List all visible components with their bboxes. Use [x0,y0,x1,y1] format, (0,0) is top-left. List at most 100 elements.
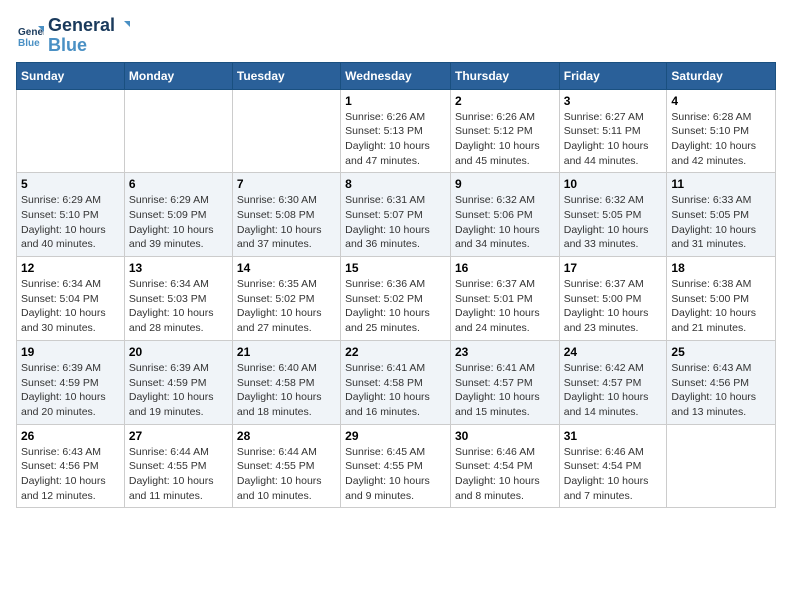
day-info: Sunrise: 6:26 AMSunset: 5:13 PMDaylight:… [345,110,446,169]
day-cell [17,89,125,173]
day-info: Sunrise: 6:35 AMSunset: 5:02 PMDaylight:… [237,277,336,336]
day-number: 15 [345,261,446,275]
day-cell [667,424,776,508]
day-cell [232,89,340,173]
logo: General Blue General Blue [16,16,130,56]
svg-text:Blue: Blue [18,38,40,49]
day-cell: 28 Sunrise: 6:44 AMSunset: 4:55 PMDayligh… [232,424,340,508]
day-cell: 6 Sunrise: 6:29 AMSunset: 5:09 PMDaylight… [124,173,232,257]
day-info: Sunrise: 6:29 AMSunset: 5:09 PMDaylight:… [129,193,228,252]
day-info: Sunrise: 6:41 AMSunset: 4:57 PMDaylight:… [455,361,555,420]
day-cell: 11 Sunrise: 6:33 AMSunset: 5:05 PMDayligh… [667,173,776,257]
day-number: 13 [129,261,228,275]
day-cell: 20 Sunrise: 6:39 AMSunset: 4:59 PMDayligh… [124,340,232,424]
day-number: 23 [455,345,555,359]
day-number: 19 [21,345,120,359]
day-cell: 12 Sunrise: 6:34 AMSunset: 5:04 PMDayligh… [17,257,125,341]
day-number: 14 [237,261,336,275]
day-cell: 17 Sunrise: 6:37 AMSunset: 5:00 PMDayligh… [559,257,667,341]
day-info: Sunrise: 6:43 AMSunset: 4:56 PMDaylight:… [671,361,771,420]
day-info: Sunrise: 6:34 AMSunset: 5:03 PMDaylight:… [129,277,228,336]
week-row-4: 19 Sunrise: 6:39 AMSunset: 4:59 PMDayligh… [17,340,776,424]
day-info: Sunrise: 6:32 AMSunset: 5:05 PMDaylight:… [564,193,663,252]
day-number: 8 [345,177,446,191]
day-cell: 14 Sunrise: 6:35 AMSunset: 5:02 PMDayligh… [232,257,340,341]
header-sunday: Sunday [17,62,125,89]
week-row-3: 12 Sunrise: 6:34 AMSunset: 5:04 PMDayligh… [17,257,776,341]
day-number: 25 [671,345,771,359]
day-number: 22 [345,345,446,359]
week-row-5: 26Sunrise: 6:43 AMSunset: 4:56 PMDayligh… [17,424,776,508]
day-cell: 10 Sunrise: 6:32 AMSunset: 5:05 PMDayligh… [559,173,667,257]
day-info: Sunrise: 6:44 AMSunset: 4:55 PMDaylight:… [237,445,336,504]
day-info: Sunrise: 6:40 AMSunset: 4:58 PMDaylight:… [237,361,336,420]
page-header: General Blue General Blue [16,16,776,56]
day-info: Sunrise: 6:29 AMSunset: 5:10 PMDaylight:… [21,193,120,252]
day-info: Sunrise: 6:34 AMSunset: 5:04 PMDaylight:… [21,277,120,336]
day-cell: 25 Sunrise: 6:43 AMSunset: 4:56 PMDayligh… [667,340,776,424]
day-cell: 26Sunrise: 6:43 AMSunset: 4:56 PMDayligh… [17,424,125,508]
day-info: Sunrise: 6:44 AMSunset: 4:55 PMDaylight:… [129,445,228,504]
day-info: Sunrise: 6:46 AMSunset: 4:54 PMDaylight:… [564,445,663,504]
day-number: 3 [564,94,663,108]
day-number: 17 [564,261,663,275]
day-cell: 13 Sunrise: 6:34 AMSunset: 5:03 PMDayligh… [124,257,232,341]
day-info: Sunrise: 6:30 AMSunset: 5:08 PMDaylight:… [237,193,336,252]
header-monday: Monday [124,62,232,89]
logo-text: General Blue [48,16,130,56]
day-cell: 31 Sunrise: 6:46 AMSunset: 4:54 PMDayligh… [559,424,667,508]
day-info: Sunrise: 6:32 AMSunset: 5:06 PMDaylight:… [455,193,555,252]
day-number: 11 [671,177,771,191]
day-cell: 7 Sunrise: 6:30 AMSunset: 5:08 PMDaylight… [232,173,340,257]
day-cell: 22 Sunrise: 6:41 AMSunset: 4:58 PMDayligh… [341,340,451,424]
day-number: 10 [564,177,663,191]
day-info: Sunrise: 6:33 AMSunset: 5:05 PMDaylight:… [671,193,771,252]
day-number: 18 [671,261,771,275]
day-cell: 27Sunrise: 6:44 AMSunset: 4:55 PMDayligh… [124,424,232,508]
header-friday: Friday [559,62,667,89]
day-cell: 21 Sunrise: 6:40 AMSunset: 4:58 PMDayligh… [232,340,340,424]
day-info: Sunrise: 6:43 AMSunset: 4:56 PMDaylight:… [21,445,120,504]
day-cell: 8 Sunrise: 6:31 AMSunset: 5:07 PMDaylight… [341,173,451,257]
svg-text:General: General [18,27,44,38]
day-info: Sunrise: 6:37 AMSunset: 5:00 PMDaylight:… [564,277,663,336]
day-number: 7 [237,177,336,191]
day-info: Sunrise: 6:26 AMSunset: 5:12 PMDaylight:… [455,110,555,169]
day-info: Sunrise: 6:39 AMSunset: 4:59 PMDaylight:… [129,361,228,420]
day-number: 24 [564,345,663,359]
header-tuesday: Tuesday [232,62,340,89]
day-cell: 5 Sunrise: 6:29 AMSunset: 5:10 PMDaylight… [17,173,125,257]
header-saturday: Saturday [667,62,776,89]
week-row-2: 5 Sunrise: 6:29 AMSunset: 5:10 PMDaylight… [17,173,776,257]
header-thursday: Thursday [450,62,559,89]
day-number: 21 [237,345,336,359]
day-number: 12 [21,261,120,275]
day-cell: 23 Sunrise: 6:41 AMSunset: 4:57 PMDayligh… [450,340,559,424]
day-cell: 19 Sunrise: 6:39 AMSunset: 4:59 PMDayligh… [17,340,125,424]
day-info: Sunrise: 6:38 AMSunset: 5:00 PMDaylight:… [671,277,771,336]
day-info: Sunrise: 6:36 AMSunset: 5:02 PMDaylight:… [345,277,446,336]
day-number: 5 [21,177,120,191]
header-wednesday: Wednesday [341,62,451,89]
day-number: 29 [345,429,446,443]
day-info: Sunrise: 6:39 AMSunset: 4:59 PMDaylight:… [21,361,120,420]
day-cell: 1 Sunrise: 6:26 AMSunset: 5:13 PMDaylight… [341,89,451,173]
day-info: Sunrise: 6:27 AMSunset: 5:11 PMDaylight:… [564,110,663,169]
day-number: 1 [345,94,446,108]
day-number: 31 [564,429,663,443]
day-info: Sunrise: 6:41 AMSunset: 4:58 PMDaylight:… [345,361,446,420]
day-info: Sunrise: 6:37 AMSunset: 5:01 PMDaylight:… [455,277,555,336]
day-cell: 18 Sunrise: 6:38 AMSunset: 5:00 PMDayligh… [667,257,776,341]
day-info: Sunrise: 6:45 AMSunset: 4:55 PMDaylight:… [345,445,446,504]
day-number: 4 [671,94,771,108]
day-number: 28 [237,429,336,443]
day-info: Sunrise: 6:31 AMSunset: 5:07 PMDaylight:… [345,193,446,252]
day-cell: 16Sunrise: 6:37 AMSunset: 5:01 PMDayligh… [450,257,559,341]
day-cell: 2Sunrise: 6:26 AMSunset: 5:12 PMDaylight… [450,89,559,173]
day-cell: 3 Sunrise: 6:27 AMSunset: 5:11 PMDaylight… [559,89,667,173]
day-number: 20 [129,345,228,359]
day-cell [124,89,232,173]
day-cell: 24Sunrise: 6:42 AMSunset: 4:57 PMDayligh… [559,340,667,424]
day-number: 6 [129,177,228,191]
day-cell: 4Sunrise: 6:28 AMSunset: 5:10 PMDaylight… [667,89,776,173]
